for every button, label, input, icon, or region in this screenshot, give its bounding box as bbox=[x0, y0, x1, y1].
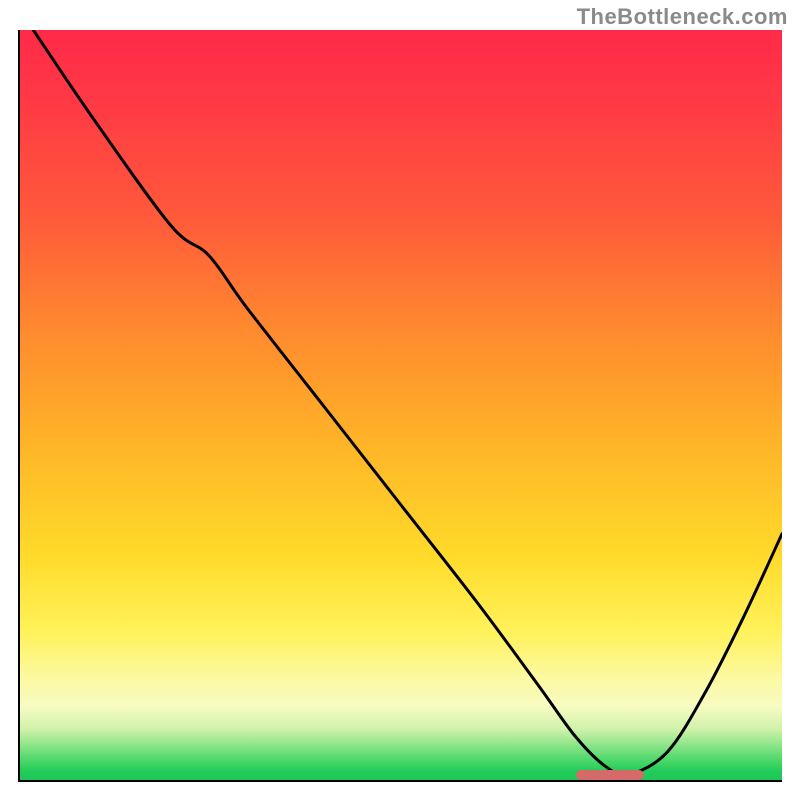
optimal-range-marker bbox=[576, 770, 645, 780]
plot-area bbox=[18, 30, 782, 782]
watermark-text: TheBottleneck.com bbox=[577, 4, 788, 30]
curve-layer bbox=[18, 30, 782, 782]
bottleneck-curve bbox=[33, 30, 782, 775]
chart-container: TheBottleneck.com bbox=[0, 0, 800, 800]
